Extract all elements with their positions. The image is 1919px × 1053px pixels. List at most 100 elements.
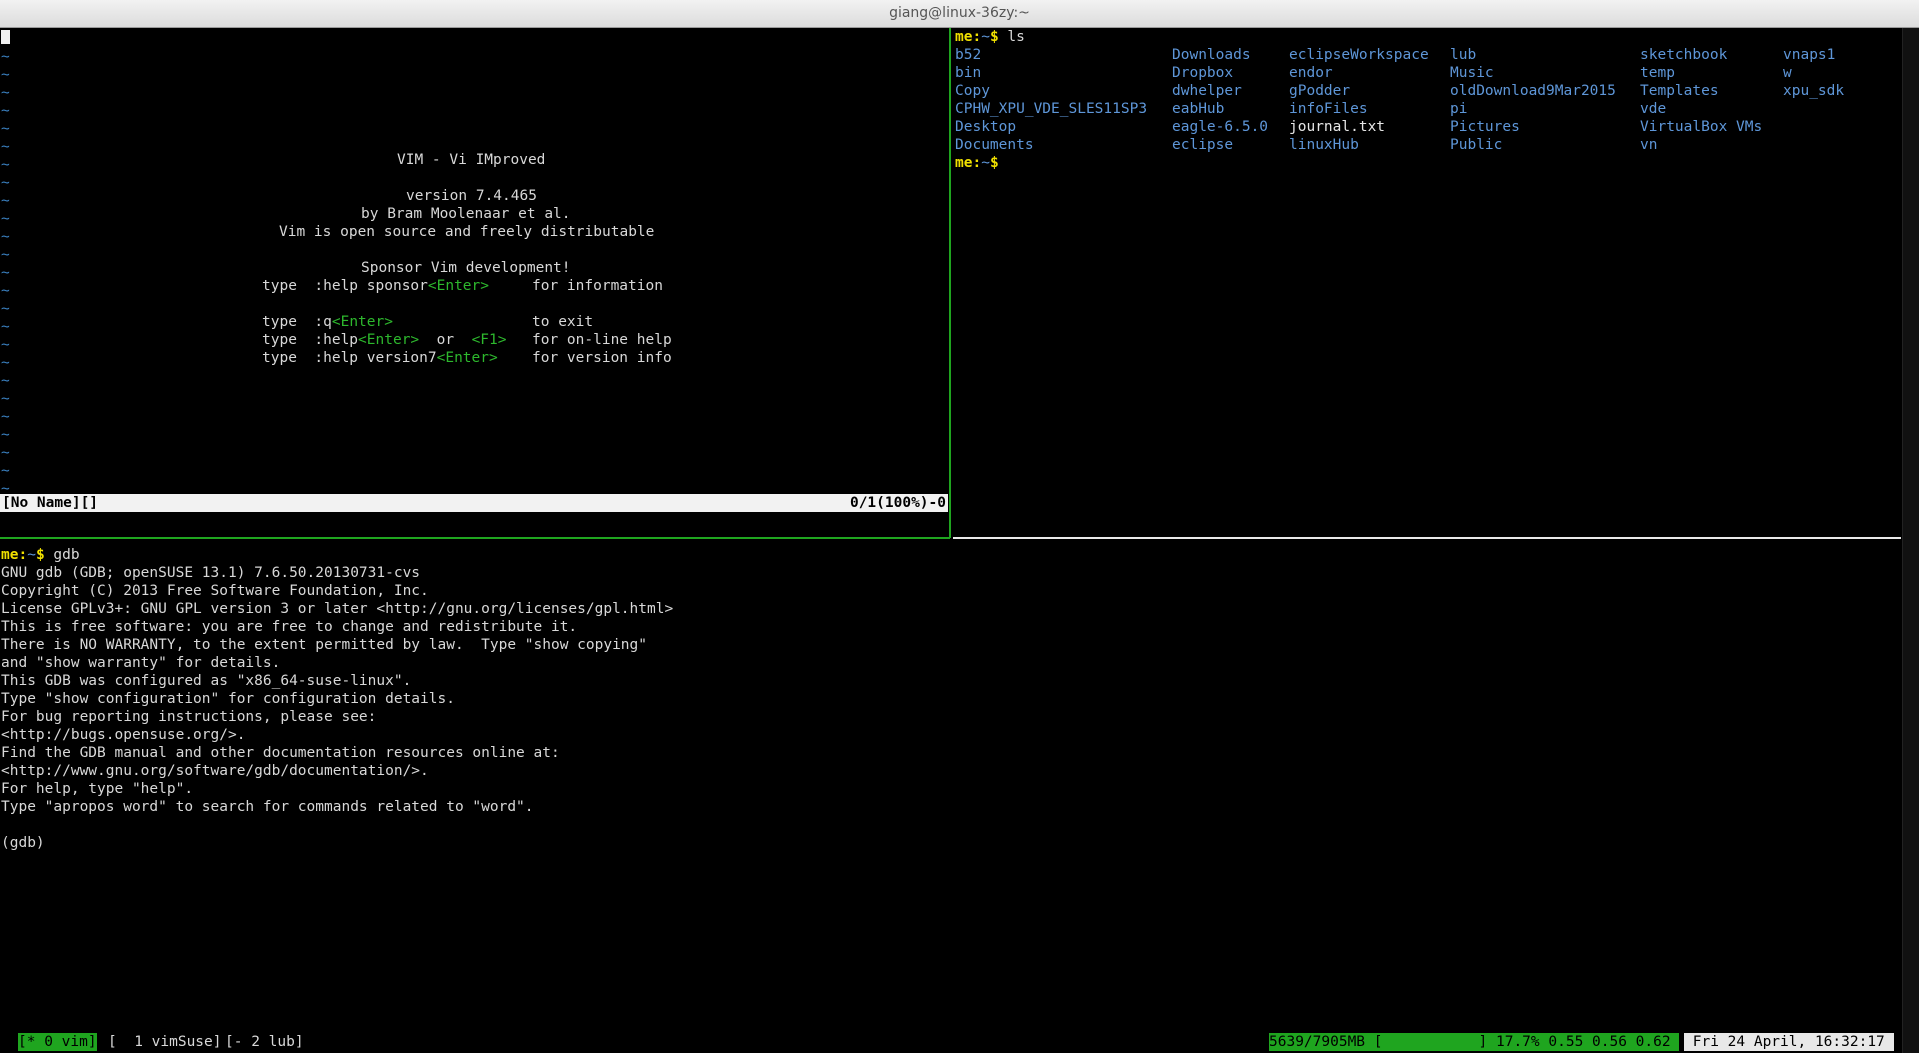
prompt-user: me:: [955, 29, 982, 45]
ls-directory-entry: lub: [1450, 47, 1477, 63]
vim-cursor: [1, 30, 10, 44]
vim-tilde: ~: [1, 409, 10, 425]
vim-tilde: ~: [1, 427, 10, 443]
shell-prompt-line: me:~$: [955, 154, 999, 172]
ls-directory-entry: dwhelper: [1172, 83, 1242, 99]
gdb-output-line: <http://bugs.opensuse.org/>.: [1, 727, 246, 743]
pane-divider-horizontal-left[interactable]: [0, 537, 950, 539]
ls-directory-entry: infoFiles: [1289, 101, 1368, 117]
vim-tilde: ~: [1, 283, 10, 299]
vim-buffer-name: [No Name][]: [2, 495, 99, 511]
vim-tilde: ~: [1, 139, 10, 155]
gdb-output-line: Type "apropos word" to search for comman…: [1, 799, 534, 815]
help-desc: to exit: [532, 314, 594, 330]
ls-directory-entry: vnaps1: [1783, 47, 1836, 63]
prompt-user: me:: [955, 155, 982, 171]
gdb-command: gdb: [53, 547, 80, 563]
ls-directory-entry: linuxHub: [1289, 137, 1359, 153]
ls-directory-entry: xpu_sdk: [1783, 83, 1845, 99]
mem-text: 5639/7905MB [: [1269, 1034, 1383, 1050]
vim-tilde: ~: [1, 193, 10, 209]
ls-directory-entry: gPodder: [1289, 83, 1351, 99]
ls-directory-entry: Pictures: [1450, 119, 1520, 135]
terminal-scrollbar[interactable]: [1902, 28, 1919, 1053]
ls-directory-entry: oldDownload9Mar2015: [1450, 83, 1616, 99]
ls-directory-entry: eagle-6.5.0: [1172, 119, 1269, 135]
gdb-output-line: For help, type "help".: [1, 781, 194, 797]
help-desc: for version info: [532, 350, 672, 366]
gdb-output-line: and "show warranty" for details.: [1, 655, 281, 671]
help-cmd: :q: [314, 314, 332, 330]
shell-command: ls: [1007, 29, 1025, 45]
prompt-symbol: $: [35, 547, 45, 563]
ls-directory-entry: w: [1783, 65, 1792, 81]
vim-intro-title: VIM - Vi IMproved: [397, 152, 546, 168]
or-word: or: [436, 332, 455, 348]
tmux-clock: Fri 24 April, 16:32:17: [1684, 1033, 1894, 1051]
gdb-output-line: For bug reporting instructions, please s…: [1, 709, 377, 725]
ls-directory-entry: VirtualBox VMs: [1640, 119, 1763, 135]
type-word: type: [262, 350, 297, 366]
vim-tilde: ~: [1, 265, 10, 281]
prompt-symbol: $: [989, 155, 999, 171]
help-desc: for information: [532, 278, 663, 294]
pane-divider-horizontal-right[interactable]: [953, 537, 1901, 539]
vim-help-line-sponsor: type :help sponsor<Enter> for information: [262, 277, 663, 295]
pane-divider-vertical[interactable]: [949, 28, 951, 538]
vim-tilde: ~: [1, 463, 10, 479]
ls-directory-entry: Copy: [955, 83, 990, 99]
mem-bar-end: ]: [1478, 1034, 1488, 1050]
enter-key: <Enter>: [427, 278, 489, 294]
vim-tilde: ~: [1, 301, 10, 317]
ls-directory-entry: Templates: [1640, 83, 1719, 99]
gdb-output-line: License GPLv3+: GNU GPL version 3 or lat…: [1, 601, 674, 617]
ls-directory-entry: Public: [1450, 137, 1503, 153]
vim-tilde: ~: [1, 337, 10, 353]
terminal-area[interactable]: ~ ~ ~ ~ ~ ~ ~ ~ ~ ~ ~ ~ ~ ~ ~ ~ ~ ~ ~ ~ ~ ~ ~ ~ ~ ~ VIM - Vi IMpr…: [0, 28, 1903, 1053]
vim-tilde: ~: [1, 157, 10, 173]
gdb-prompt-line: me:~$ gdb: [1, 546, 80, 564]
vim-tilde: ~: [1, 67, 10, 83]
vim-tilde: ~: [1, 121, 10, 137]
window-title-bar: giang@linux-36zy:~: [0, 0, 1919, 28]
vim-tilde: ~: [1, 355, 10, 371]
help-desc: for on-line help: [532, 332, 672, 348]
vim-tilde: ~: [1, 49, 10, 65]
ls-directory-entry: Desktop: [955, 119, 1017, 135]
vim-intro-author: by Bram Moolenaar et al.: [361, 206, 571, 222]
gdb-output-line: <http://www.gnu.org/software/gdb/documen…: [1, 763, 429, 779]
shell-prompt-line: me:~$ ls: [955, 28, 1025, 46]
ls-directory-entry: endor: [1289, 65, 1333, 81]
ls-file-entry: journal.txt: [1289, 119, 1386, 135]
ls-directory-entry: eclipse: [1172, 137, 1234, 153]
vim-tilde: ~: [1, 391, 10, 407]
vim-tilde: ~: [1, 103, 10, 119]
ls-directory-entry: pi: [1450, 101, 1468, 117]
gdb-output-line: There is NO WARRANTY, to the extent perm…: [1, 637, 648, 653]
ls-directory-entry: Music: [1450, 65, 1494, 81]
gdb-output-line: (gdb): [1, 835, 45, 851]
prompt-symbol: $: [989, 29, 999, 45]
vim-tilde: ~: [1, 211, 10, 227]
tmux-window-2[interactable]: [- 2 lub]: [225, 1033, 304, 1051]
vim-tilde: ~: [1, 229, 10, 245]
gdb-output-line: This GDB was configured as "x86_64-suse-…: [1, 673, 412, 689]
vim-tilde: ~: [1, 85, 10, 101]
gdb-output-line: Copyright (C) 2013 Free Software Foundat…: [1, 583, 429, 599]
prompt-path: ~: [981, 155, 990, 171]
type-word: type: [262, 314, 297, 330]
ls-directory-entry: Documents: [955, 137, 1034, 153]
tmux-window-0[interactable]: [* 0 vim]: [18, 1033, 97, 1051]
type-word: type: [262, 278, 297, 294]
enter-key: <Enter>: [331, 314, 393, 330]
window-title: giang@linux-36zy:~: [889, 5, 1030, 21]
prompt-path: ~: [27, 547, 36, 563]
vim-tilde: ~: [1, 373, 10, 389]
vim-tilde: ~: [1, 319, 10, 335]
vim-help-line-online: type :help<Enter> or <F1> for on-line hel…: [262, 331, 672, 349]
tmux-status-bar: [* 0 vim] [ 1 vimSuse] [- 2 lub] 5639/79…: [0, 1033, 1903, 1051]
gdb-output-line: GNU gdb (GDB; openSUSE 13.1) 7.6.50.2013…: [1, 565, 421, 581]
vim-intro-sponsor: Sponsor Vim development!: [361, 260, 571, 276]
tmux-window-1[interactable]: [ 1 vimSuse]: [108, 1033, 222, 1051]
ls-directory-entry: Downloads: [1172, 47, 1251, 63]
